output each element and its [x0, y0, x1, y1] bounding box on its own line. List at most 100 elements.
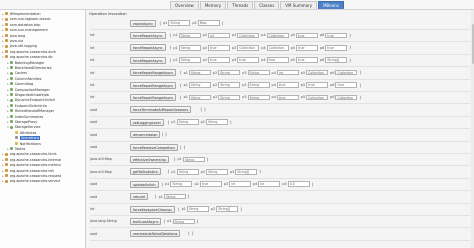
operation-row: void forceTerminateAllRepairSessions () [90, 106, 470, 114]
parameter-input[interactable]: true [266, 57, 289, 63]
parameter-name: p3 [231, 45, 237, 50]
parameter-input[interactable]: Collection [237, 32, 260, 39]
invoke-operation-button[interactable]: decommission [130, 131, 161, 139]
invoke-operation-button[interactable]: repairAsync [130, 19, 157, 27]
bean-icon [10, 66, 14, 70]
folder-icon [15, 141, 19, 145]
parameter-input[interactable]: String [247, 82, 270, 88]
mbean-tree[interactable]: ▸ JMImplementation ▸ com.sun.logback.classi… [0, 10, 86, 248]
parameter-input[interactable]: true [276, 82, 299, 88]
parameter-input[interactable]: true [325, 45, 348, 51]
parameter-input[interactable]: Collection [266, 32, 289, 39]
tree-node[interactable]: ▸ org.apache.cassandra.service [0, 179, 85, 184]
parameter-input[interactable]: true [306, 82, 329, 88]
parameter-input[interactable]: 0.0 [287, 181, 310, 187]
invoke-operation-button[interactable]: updateSnitch [130, 180, 159, 188]
invoke-operation-button[interactable]: forceTerminateAllRepairSessions [130, 106, 192, 114]
invoke-operation-button[interactable]: rebuild [130, 193, 148, 201]
parameter-input[interactable]: true [207, 57, 230, 63]
operation-parameters: () [200, 106, 207, 113]
parameter-input[interactable]: String [176, 169, 199, 175]
parameter-input[interactable]: String [188, 69, 211, 76]
parameter-input[interactable]: int [258, 181, 281, 187]
bean-icon [10, 98, 14, 102]
parameter-input[interactable]: String [172, 218, 195, 225]
parameter-input[interactable]: Collection [266, 45, 289, 51]
invoke-operation-button[interactable]: rescheduleFailedDeletions [130, 230, 181, 238]
parameter-input[interactable]: true [207, 45, 230, 51]
parameter-input[interactable]: true [199, 181, 222, 187]
parameter-input[interactable]: true [237, 57, 260, 63]
operation-row: int forceKeyspaceCleanup(p1 String p2 String… [90, 205, 470, 213]
parameter-input[interactable]: Collection [335, 69, 358, 76]
parameter-name: p4 [253, 182, 258, 187]
operation-invocation-header: Operation invocation [89, 12, 127, 16]
parameter-input[interactable]: true [295, 45, 318, 51]
parameter-input[interactable]: String [168, 20, 191, 26]
parameter-input[interactable]: Collection [306, 69, 329, 76]
invoke-operation-button[interactable]: forceRepairRangeAsync [130, 81, 177, 89]
invoke-operation-button[interactable]: forceKeyspaceCleanup [130, 205, 175, 213]
invoke-operation-button[interactable]: effectiveOwnership [130, 155, 169, 163]
operation-row: int forceRepairAsync(p1 String p2 true p3 true… [90, 56, 470, 64]
parameter-input[interactable]: String [218, 94, 241, 101]
tab-overview[interactable]: Overview [170, 1, 199, 9]
parameter-input[interactable]: String [218, 69, 241, 76]
parameter-input[interactable]: Collection [237, 45, 260, 51]
parameter-input[interactable]: String[] [235, 169, 258, 175]
parameter-input[interactable]: String [205, 169, 228, 175]
parameter-input[interactable]: String [178, 57, 201, 63]
parameter-input[interactable]: String [186, 206, 209, 212]
tab-threads[interactable]: Threads [227, 1, 254, 9]
parameter-input[interactable]: String [182, 156, 205, 163]
invoke-operation-button[interactable]: getToStatistics [130, 168, 161, 176]
operations-panel: Operation invocation repairAsync(p1 Strin… [86, 10, 474, 248]
invoke-operation-button[interactable]: forceRepairRangeAsync [130, 69, 177, 77]
parameter-input[interactable]: Map [197, 20, 220, 26]
parameter-input[interactable]: true [276, 94, 299, 101]
invoke-operation-button[interactable]: bulkLoadAsync [130, 217, 162, 225]
parameter-input[interactable]: int [276, 69, 299, 76]
parameter-name: p1 [165, 182, 170, 187]
invoke-operation-button[interactable]: forceRemoveCompletion [130, 143, 178, 151]
parameter-input[interactable]: Collection [306, 94, 329, 101]
operation-row: int forceRepairAsync(p1 String p2 true p3 Coll… [90, 44, 470, 52]
invoke-operation-button[interactable]: forceRepairAsync [130, 31, 166, 39]
parameter-input[interactable]: true [335, 82, 358, 88]
folder-icon [15, 130, 19, 135]
parameter-input[interactable]: String[] [216, 206, 239, 212]
parameter-input[interactable]: String [176, 119, 199, 125]
tab-classes[interactable]: Classes [254, 1, 280, 9]
parameter-input[interactable]: int [207, 32, 230, 39]
operation-return-type: java.lang.String [90, 219, 117, 224]
parameter-input[interactable]: String [218, 82, 241, 88]
tab-vm-summary[interactable]: VM Summary [280, 1, 318, 9]
parameter-input[interactable]: true [325, 32, 348, 39]
parameter-input[interactable]: String [188, 94, 211, 101]
parameter-input[interactable]: Collection [335, 94, 358, 101]
tab-memory[interactable]: Memory [199, 1, 227, 9]
parameter-input[interactable]: String [178, 45, 201, 51]
invoke-operation-button[interactable]: forceRepairAsync [130, 56, 166, 64]
row-divider [90, 177, 470, 179]
scrollbar-thumb[interactable] [471, 24, 474, 64]
parameter-input[interactable]: String [178, 32, 201, 39]
invoke-operation-button[interactable]: forceRepairRangeAsync [130, 93, 177, 101]
parameter-input[interactable]: true [295, 32, 318, 39]
parameter-input[interactable]: String [205, 119, 228, 125]
parameter-input[interactable]: String [170, 181, 193, 187]
parameter-input[interactable]: String [247, 69, 270, 76]
close-paren: ) [191, 231, 194, 237]
invoke-operation-button[interactable]: setLoggingLevel [130, 118, 164, 126]
parameter-input[interactable]: String [247, 94, 270, 101]
parameter-name: p5 [300, 83, 306, 87]
parameter-name: p6 [330, 95, 335, 100]
invoke-operation-button[interactable]: forceRepairAsync [130, 44, 166, 52]
parameter-input[interactable]: String [188, 82, 211, 88]
parameter-input[interactable]: true [295, 57, 318, 63]
parameter-input[interactable]: String [163, 193, 186, 200]
parameter-input[interactable]: int [229, 181, 252, 187]
tree-node-label: Attributes [19, 130, 37, 135]
tab-mbeans[interactable]: MBeans [318, 1, 344, 9]
parameter-input[interactable]: String[] [325, 57, 348, 63]
